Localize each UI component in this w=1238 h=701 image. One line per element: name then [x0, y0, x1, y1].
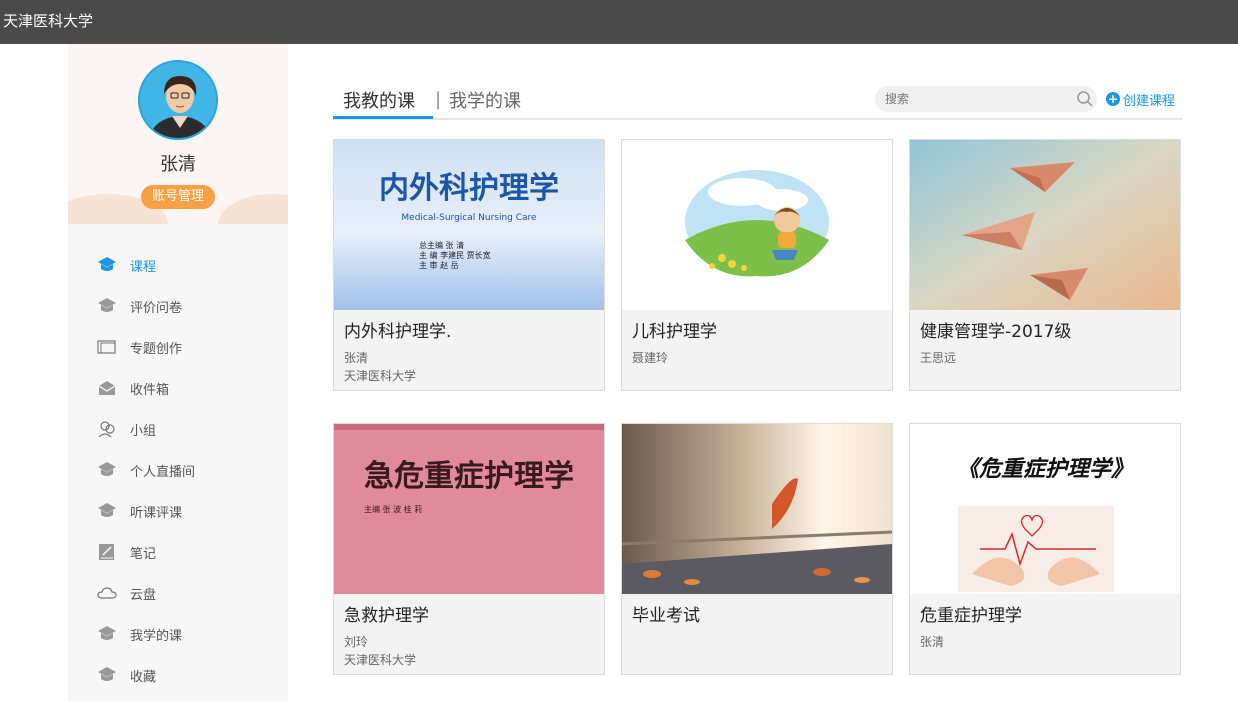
sidebar-item-learning[interactable]: 我学的课 [68, 613, 288, 654]
course-cover [910, 140, 1180, 310]
course-cover-image: 内外科护理学 Medical-Surgical Nursing Care 总主编… [334, 140, 604, 310]
course-cover-image [622, 140, 892, 310]
sidebar-item-live[interactable]: 个人直播间 [68, 449, 288, 490]
course-card[interactable]: 《危重症护理学》 危重症护理学 张清 [909, 423, 1181, 675]
avatar-portrait [140, 62, 216, 138]
site-title[interactable]: 天津医科大学 [3, 10, 93, 31]
sidebar-item-label: 收藏 [130, 670, 157, 685]
sidebar-item-label: 小组 [130, 424, 157, 439]
note-icon [99, 544, 114, 560]
course-title: 毕业考试 [632, 606, 700, 626]
create-course-label: 创建课程 [1123, 93, 1176, 109]
sidebar-nav: 课程 评价问卷 专题创作 收件箱 小组 个人直播间 听课评课 笔记 云盘 我学的… [68, 244, 288, 695]
course-card[interactable]: 健康管理学-2017级 王思远 [909, 139, 1181, 391]
tab-teaching[interactable]: 我教的课 [343, 87, 415, 113]
cover-subtitle: 主编 张 波 桂 莉 [364, 504, 422, 514]
sidebar: 张清 账号管理 课程 评价问卷 专题创作 收件箱 小组 个人直播间 听课评课 笔… [68, 44, 288, 701]
account-management-button[interactable]: 账号管理 [141, 185, 215, 209]
course-teacher: 张清 [344, 351, 369, 365]
sidebar-item-label: 云盘 [130, 588, 157, 603]
cover-title: 《危重症护理学》 [957, 456, 1133, 482]
course-card[interactable]: 儿科护理学 聂建玲 [621, 139, 893, 391]
group-icon [98, 421, 115, 438]
cover-title: 内外科护理学 [379, 171, 559, 206]
cover-editor-line: 主 编 李建民 贾长宽 [419, 250, 491, 260]
sidebar-item-evaluation[interactable]: 听课评课 [68, 490, 288, 531]
sidebar-item-inbox[interactable]: 收件箱 [68, 367, 288, 408]
sidebar-item-cloud[interactable]: 云盘 [68, 572, 288, 613]
course-cover: 内外科护理学 Medical-Surgical Nursing Care 总主编… [334, 140, 604, 310]
course-teacher: 刘玲 [344, 635, 369, 649]
course-title: 健康管理学-2017级 [920, 322, 1072, 342]
sidebar-item-label: 专题创作 [130, 342, 183, 357]
course-teacher: 王思远 [920, 351, 957, 365]
course-cover-image: 急危重症护理学 主编 张 波 桂 莉 [334, 424, 604, 594]
course-cover: 《危重症护理学》 [910, 424, 1180, 594]
sidebar-item-course[interactable]: 课程 [68, 244, 288, 285]
course-title: 危重症护理学 [920, 606, 1022, 626]
profile-card: 张清 账号管理 [68, 44, 288, 224]
course-card[interactable]: 急危重症护理学 主编 张 波 桂 莉 急救护理学 刘玲 天津医科大学 [333, 423, 605, 675]
course-teacher: 张清 [920, 635, 945, 649]
search-input[interactable] [875, 86, 1097, 112]
course-teacher: 聂建玲 [632, 351, 669, 365]
cover-subtitle: Medical-Surgical Nursing Care [401, 213, 537, 223]
sidebar-item-note[interactable]: 笔记 [68, 531, 288, 572]
sidebar-item-survey[interactable]: 评价问卷 [68, 285, 288, 326]
sidebar-item-label: 个人直播间 [130, 465, 196, 480]
profile-decoration [218, 194, 288, 224]
avatar[interactable] [138, 60, 218, 140]
sidebar-item-label: 评价问卷 [130, 301, 183, 316]
survey-icon [98, 298, 116, 312]
sidebar-item-label: 收件箱 [130, 383, 170, 398]
course-card[interactable]: 毕业考试 [621, 423, 893, 675]
sidebar-item-favorite[interactable]: 收藏 [68, 654, 288, 695]
active-tab-indicator [333, 116, 433, 119]
course-cover [622, 140, 892, 310]
search-icon[interactable] [1076, 90, 1094, 108]
course-cover: 急危重症护理学 主编 张 波 桂 莉 [334, 424, 604, 594]
tab-learning[interactable]: 我学的课 [449, 87, 521, 113]
course-cover [622, 424, 892, 594]
plus-icon: + [1106, 92, 1120, 106]
course-icon [98, 257, 116, 271]
sidebar-item-label: 课程 [130, 260, 157, 275]
sidebar-item-label: 听课评课 [130, 506, 183, 521]
course-card[interactable]: 内外科护理学 Medical-Surgical Nursing Care 总主编… [333, 139, 605, 391]
cloud-icon [97, 587, 117, 599]
course-title: 急救护理学 [344, 606, 429, 626]
create-course-button[interactable]: + 创建课程 [1106, 90, 1176, 109]
cover-editor-line: 总主编 张 清 [419, 240, 464, 250]
favorite-icon [98, 667, 116, 681]
tab-separator: | [435, 89, 442, 110]
course-cover-image [622, 424, 892, 594]
course-cover-image: 《危重症护理学》 [910, 424, 1180, 594]
learning-icon [98, 626, 116, 640]
sidebar-item-topic[interactable]: 专题创作 [68, 326, 288, 367]
user-name: 张清 [160, 154, 196, 175]
cover-title: 急危重症护理学 [364, 459, 574, 494]
topic-icon [97, 340, 116, 354]
sidebar-item-label: 笔记 [130, 547, 157, 562]
course-cover-image [910, 140, 1180, 310]
course-title: 内外科护理学. [344, 322, 452, 342]
sidebar-item-group[interactable]: 小组 [68, 408, 288, 449]
course-school: 天津医科大学 [344, 653, 417, 667]
inbox-icon [98, 381, 116, 395]
top-bar: 天津医科大学 [0, 0, 1238, 44]
sidebar-item-label: 我学的课 [130, 629, 183, 644]
course-school: 天津医科大学 [344, 369, 417, 383]
course-title: 儿科护理学 [632, 322, 717, 342]
cover-editor-line: 主 审 赵 岳 [419, 260, 459, 270]
evaluation-icon [98, 503, 116, 517]
live-icon [98, 462, 116, 476]
